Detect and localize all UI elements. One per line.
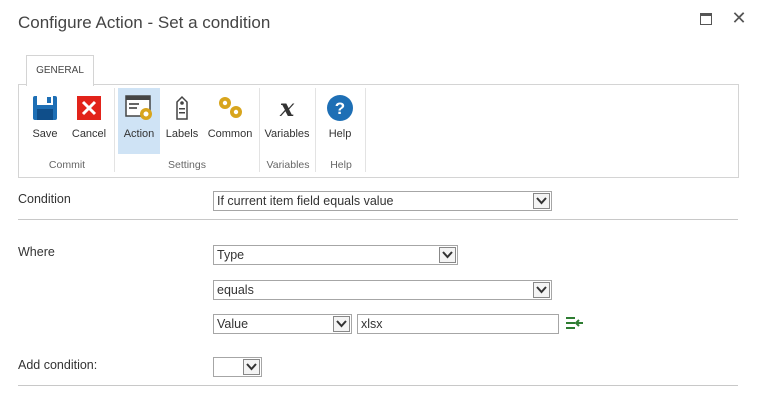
group-divider xyxy=(259,88,260,172)
help-button[interactable]: ? Help xyxy=(319,88,361,154)
cancel-button[interactable]: Cancel xyxy=(69,88,109,154)
ribbon-toolbar: Save Cancel Action Labels Common x Varia… xyxy=(18,84,739,178)
chevron-down-icon xyxy=(533,282,550,298)
value-type-select[interactable]: Value xyxy=(213,314,352,334)
action-label: Action xyxy=(123,128,155,140)
group-divider xyxy=(114,88,115,172)
variables-icon: x xyxy=(279,94,295,122)
help-label: Help xyxy=(328,128,352,140)
divider xyxy=(18,219,738,220)
svg-text:?: ? xyxy=(335,99,345,118)
divider xyxy=(18,385,738,386)
value-type-value: Value xyxy=(217,317,249,331)
group-label-settings: Settings xyxy=(168,159,206,171)
close-button[interactable]: ✕ xyxy=(731,8,747,28)
where-label: Where xyxy=(18,245,55,259)
maximize-icon xyxy=(700,13,712,25)
cancel-icon xyxy=(77,96,101,120)
add-condition-label: Add condition: xyxy=(18,358,98,372)
chevron-down-icon xyxy=(243,359,260,375)
common-icon xyxy=(219,97,242,118)
condition-value: If current item field equals value xyxy=(217,194,394,208)
group-divider xyxy=(315,88,316,172)
condition-label: Condition xyxy=(18,192,71,206)
group-label-commit: Commit xyxy=(48,159,86,171)
cancel-label: Cancel xyxy=(71,128,107,140)
dialog-title: Configure Action - Set a condition xyxy=(18,13,271,32)
insert-reference-icon[interactable] xyxy=(566,316,584,330)
add-condition-select[interactable] xyxy=(213,357,262,377)
chevron-down-icon xyxy=(333,316,350,332)
tab-general[interactable]: GENERAL xyxy=(26,55,94,86)
operator-value: equals xyxy=(217,283,254,297)
labels-label: Labels xyxy=(165,128,199,140)
field-value: Type xyxy=(217,248,245,262)
svg-text:x: x xyxy=(279,94,295,122)
variables-label: Variables xyxy=(264,128,310,140)
save-icon xyxy=(33,96,57,120)
action-button[interactable]: Action xyxy=(118,88,160,154)
chevron-down-icon xyxy=(439,247,456,263)
group-divider xyxy=(365,88,366,172)
maximize-button[interactable] xyxy=(698,10,714,26)
labels-icon xyxy=(176,95,188,120)
save-label: Save xyxy=(32,128,58,140)
group-label-help: Help xyxy=(330,159,352,171)
chevron-down-icon xyxy=(533,193,550,209)
condition-select[interactable]: If current item field equals value xyxy=(213,191,552,211)
group-label-variables: Variables xyxy=(266,159,310,171)
operator-select[interactable]: equals xyxy=(213,280,552,300)
common-label: Common xyxy=(207,128,253,140)
close-icon: ✕ xyxy=(731,8,747,28)
variables-button[interactable]: x Variables xyxy=(263,88,311,154)
help-icon: ? xyxy=(327,95,353,121)
value-input[interactable] xyxy=(357,314,559,334)
save-button[interactable]: Save xyxy=(23,88,67,154)
common-button[interactable]: Common xyxy=(205,88,255,154)
action-icon xyxy=(125,95,152,120)
labels-button[interactable]: Labels xyxy=(162,88,202,154)
field-select[interactable]: Type xyxy=(213,245,458,265)
